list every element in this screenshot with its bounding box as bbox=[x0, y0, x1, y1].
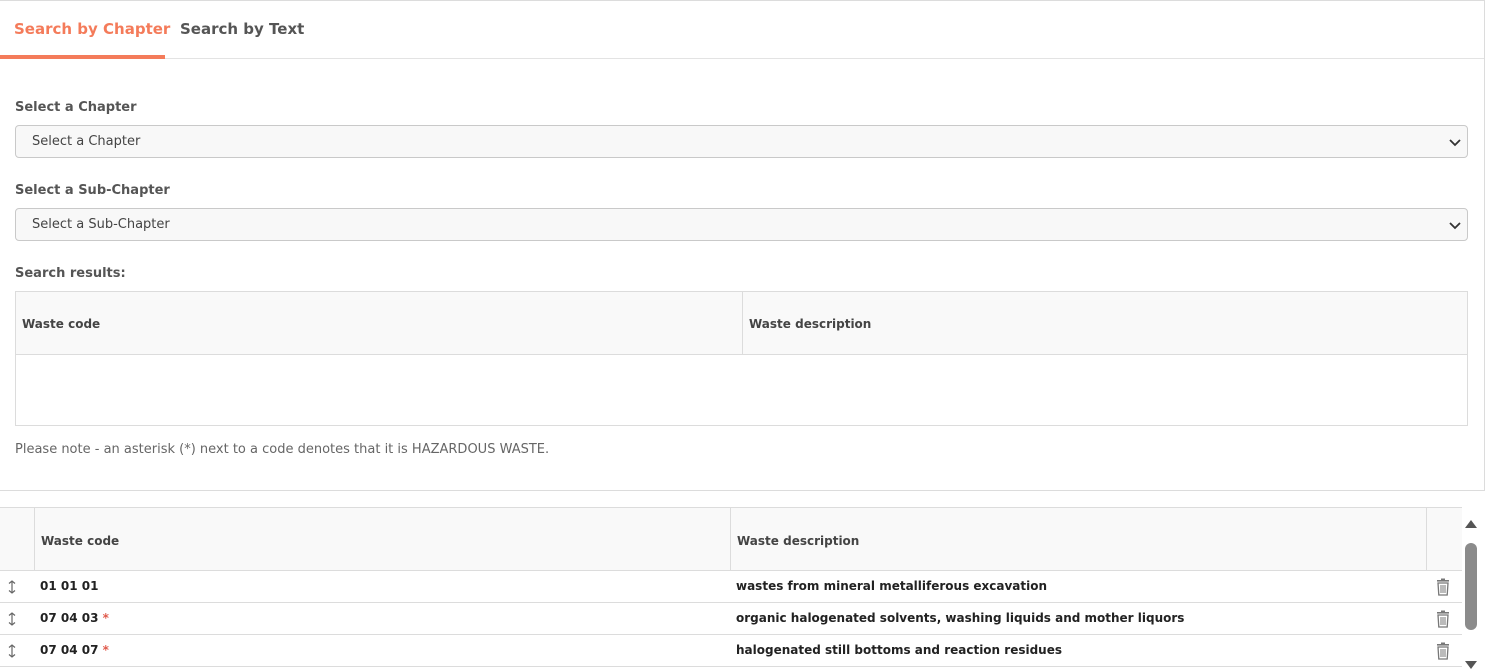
waste-code: 01 01 01 bbox=[40, 571, 98, 602]
drag-handle-icon[interactable] bbox=[4, 579, 20, 595]
chevron-down-icon bbox=[1449, 139, 1461, 147]
waste-code-value: 01 01 01 bbox=[40, 579, 99, 593]
chapter-select[interactable]: Select a Chapter bbox=[15, 125, 1468, 158]
waste-code: 07 04 03 * bbox=[40, 603, 109, 634]
tab-search-by-chapter[interactable]: Search by Chapter bbox=[14, 1, 170, 59]
column-divider bbox=[34, 508, 35, 570]
tab-bar: Search by Chapter Search by Text bbox=[0, 1, 1484, 59]
search-results-table: Waste code Waste description bbox=[15, 291, 1468, 426]
search-results-label: Search results: bbox=[15, 266, 126, 281]
trash-icon[interactable] bbox=[1434, 642, 1452, 660]
waste-description: wastes from mineral metalliferous excava… bbox=[736, 579, 1048, 593]
table-row: 07 04 03 * organic halogenated solvents,… bbox=[0, 603, 1462, 635]
waste-description: halogenated still bottoms and reaction r… bbox=[736, 643, 1062, 657]
column-divider bbox=[742, 292, 743, 355]
table-row: 01 01 01 wastes from mineral metallifero… bbox=[0, 571, 1462, 603]
chapter-label: Select a Chapter bbox=[15, 100, 137, 115]
column-header-waste-description[interactable]: Waste description bbox=[737, 508, 859, 570]
waste-code-value: 07 04 03 bbox=[40, 611, 99, 625]
column-header-waste-description[interactable]: Waste description bbox=[749, 292, 871, 355]
waste-code: 07 04 07 * bbox=[40, 635, 109, 666]
column-header-waste-code[interactable]: Waste code bbox=[41, 508, 119, 570]
column-divider bbox=[1426, 508, 1427, 570]
hazardous-note: Please note - an asterisk (*) next to a … bbox=[15, 442, 550, 457]
selected-waste-list: Waste code Waste description 01 01 01 wa… bbox=[0, 507, 1462, 668]
chapter-select-value: Select a Chapter bbox=[32, 134, 141, 149]
subchapter-select-value: Select a Sub-Chapter bbox=[32, 217, 170, 232]
column-divider bbox=[730, 508, 731, 570]
tab-search-by-text[interactable]: Search by Text bbox=[180, 1, 304, 59]
hazardous-marker: * bbox=[102, 643, 109, 657]
trash-icon[interactable] bbox=[1434, 610, 1452, 628]
search-panel: Search by Chapter Search by Text Select … bbox=[0, 0, 1485, 491]
hazardous-marker: * bbox=[102, 611, 109, 625]
active-tab-indicator bbox=[0, 55, 165, 59]
waste-code-value: 07 04 07 bbox=[40, 643, 99, 657]
scroll-up-arrow-icon[interactable] bbox=[1465, 520, 1477, 528]
table-row: 07 04 07 * halogenated still bottoms and… bbox=[0, 635, 1462, 667]
subchapter-select[interactable]: Select a Sub-Chapter bbox=[15, 208, 1468, 241]
waste-description: organic halogenated solvents, washing li… bbox=[736, 611, 1185, 625]
subchapter-label: Select a Sub-Chapter bbox=[15, 183, 170, 198]
drag-handle-icon[interactable] bbox=[4, 611, 20, 627]
trash-icon[interactable] bbox=[1434, 578, 1452, 596]
scrollbar-thumb[interactable] bbox=[1465, 543, 1477, 630]
column-header-waste-code[interactable]: Waste code bbox=[22, 292, 100, 355]
search-results-header: Waste code Waste description bbox=[16, 292, 1467, 355]
selected-list-header: Waste code Waste description bbox=[0, 507, 1462, 571]
chevron-down-icon bbox=[1449, 222, 1461, 230]
vertical-scrollbar[interactable] bbox=[1462, 516, 1480, 669]
drag-handle-icon[interactable] bbox=[4, 643, 20, 659]
